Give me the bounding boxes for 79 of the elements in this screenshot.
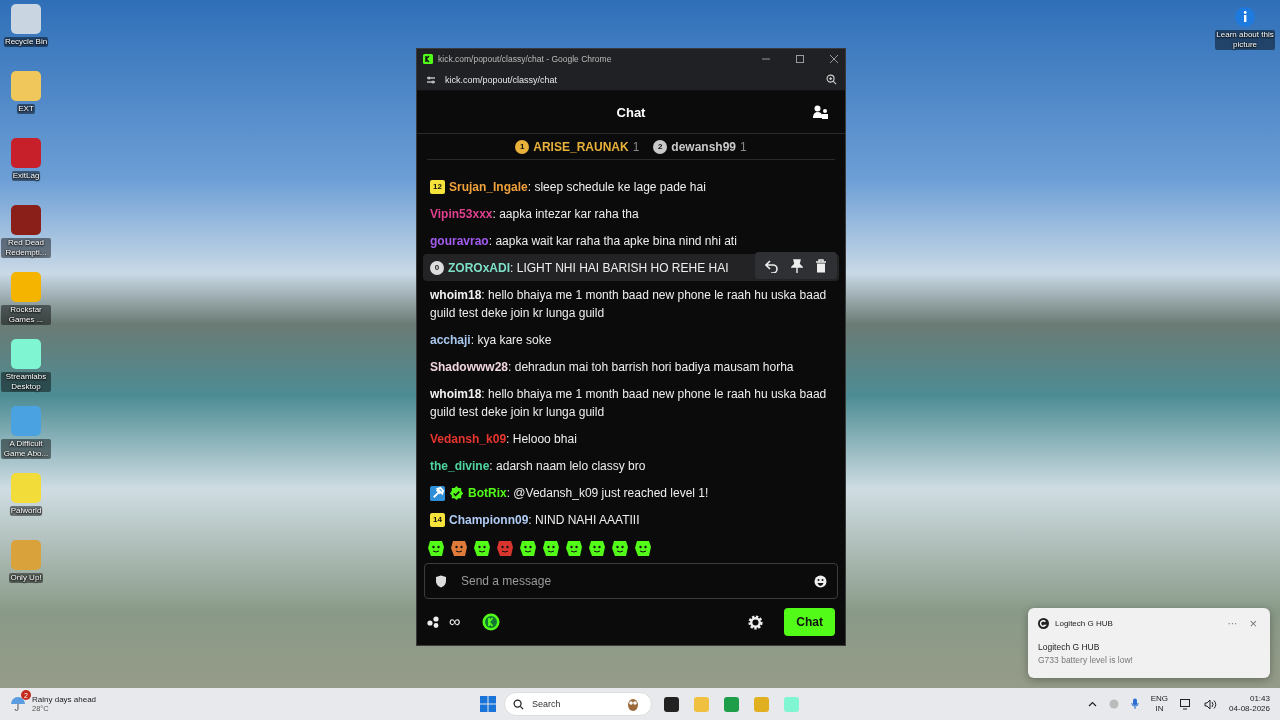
window-title: kick.com/popout/classy/chat - Google Chrome	[438, 54, 613, 64]
desktop-shortcut[interactable]: ExitLag	[1, 138, 51, 197]
more-button[interactable]: ···	[1224, 618, 1241, 629]
emote-icon[interactable]	[634, 539, 652, 557]
app-logo-icon	[1038, 618, 1049, 629]
emote-icon[interactable]	[565, 539, 583, 557]
app-logo-icon	[423, 54, 433, 64]
tray-app-icon	[1108, 698, 1119, 710]
dots-icon	[427, 616, 441, 628]
leader-name[interactable]: ARISE_RAUNAK	[533, 139, 629, 154]
emote-icon[interactable]	[450, 539, 468, 557]
message-input[interactable]: Send a message	[459, 573, 802, 589]
emoji-icon[interactable]	[814, 574, 827, 588]
chat-message: ZOROxADI: LIGHT NHI HAI BARISH HO REHE HAI	[448, 259, 729, 277]
maximize-icon[interactable]	[795, 54, 805, 64]
hammer-icon	[430, 485, 445, 501]
chat-message: Championn09: NIND NAHI AAATIII	[449, 511, 640, 529]
gift-count: 1	[740, 139, 747, 154]
desktop-shortcut[interactable]: EXT	[1, 71, 51, 130]
leader-name[interactable]: dewansh99	[671, 139, 736, 154]
chat-button[interactable]: Chat	[784, 608, 835, 636]
weather-title: Rainy days ahead	[32, 695, 97, 704]
verified-icon	[449, 485, 464, 501]
chat-message: gouravrao: aapka wait kar raha tha apke bina nind nhi ati	[430, 232, 737, 250]
chat-title: Chat	[616, 104, 646, 120]
search-field[interactable]: Search	[504, 692, 652, 716]
chat-message: Shadowww28: dehradun mai toh barrish hori badiya mausam horha	[430, 358, 794, 376]
notification-app-name: Logitech G HUB	[1055, 619, 1114, 628]
chat-message: BotRix: @Vedansh_k09 just reached level 1!	[468, 484, 709, 502]
k-logo-icon[interactable]	[482, 613, 501, 631]
network-icon[interactable]	[1180, 698, 1193, 710]
microphone-icon[interactable]	[1130, 698, 1139, 710]
emote-icon[interactable]	[519, 539, 537, 557]
chat-message: acchaji: kya kare soke	[430, 331, 552, 349]
umbrella-icon	[10, 696, 26, 712]
notification-title: Logitech G HUB	[1038, 642, 1101, 652]
info-icon[interactable]	[1234, 6, 1256, 28]
points-value: ∞	[449, 613, 461, 631]
volume-icon[interactable]	[1204, 698, 1218, 710]
clock-time[interactable]: 01:43	[1249, 694, 1270, 704]
settings-icon[interactable]	[747, 613, 765, 631]
desktop-shortcut[interactable]: A Difficult Game Abo...	[1, 406, 51, 465]
users-icon[interactable]	[813, 105, 828, 119]
desktop-shortcut[interactable]: Red Dead Redempti...	[1, 205, 51, 264]
emote-icon[interactable]	[473, 539, 491, 557]
rank-badge: 2	[653, 139, 668, 154]
desktop-shortcut[interactable]: Rockstar Games ...	[1, 272, 51, 331]
emote-icon[interactable]	[427, 539, 445, 557]
language-label[interactable]: ENG	[1150, 694, 1169, 704]
chat-message: Vipin53xxx: aapka intezar kar raha tha	[430, 205, 639, 223]
level-badge: 0	[430, 260, 444, 275]
start-icon[interactable]	[480, 696, 496, 712]
subscriber-badge: 12	[430, 179, 445, 194]
chat-message: whoim18: hello bhaiya me 1 month baad new phone le raah hu uska baad guild test deke join kr lunga guild	[430, 385, 828, 421]
chat-message: Srujan_Ingale: sleep schedule ke lage pade hai	[449, 178, 706, 196]
desktop-shortcut[interactable]: Streamlabs Desktop	[1, 339, 51, 398]
desktop-shortcut[interactable]: Only Up!	[1, 540, 51, 599]
close-icon[interactable]	[829, 54, 839, 64]
learn-picture-label: Learn about this picture	[1215, 30, 1275, 50]
subscriber-badge: 14	[430, 512, 445, 527]
search-icon	[513, 698, 524, 710]
notification-body: G733 battery level is low!	[1038, 655, 1134, 665]
close-button[interactable]: ×	[1246, 616, 1260, 631]
chat-message: whoim18: hello bhaiya me 1 month baad new phone le raah hu uska baad guild test deke join kr lunga guild	[430, 286, 828, 322]
rank-badge: 1	[515, 139, 530, 154]
chat-message: the_divine: adarsh naam lelo classy bro	[430, 457, 646, 475]
chat-message: Vedansh_k09: Helooo bhai	[430, 430, 577, 448]
desktop-shortcut[interactable]: Palworld	[1, 473, 51, 532]
clock-date[interactable]: 04-08-2026	[1229, 704, 1270, 714]
gift-count: 1	[632, 139, 640, 154]
desktop-shortcut[interactable]: Recycle Bin	[1, 4, 51, 63]
shield-icon	[435, 574, 447, 588]
emote-icon[interactable]	[542, 539, 560, 557]
chevron-up-icon[interactable]	[1087, 701, 1097, 707]
emote-icon[interactable]	[588, 539, 606, 557]
region-label[interactable]: IN	[1155, 704, 1164, 714]
message-field[interactable]: Send a message	[424, 563, 838, 599]
zoom-icon[interactable]	[826, 74, 837, 85]
emote-icon[interactable]	[611, 539, 629, 557]
